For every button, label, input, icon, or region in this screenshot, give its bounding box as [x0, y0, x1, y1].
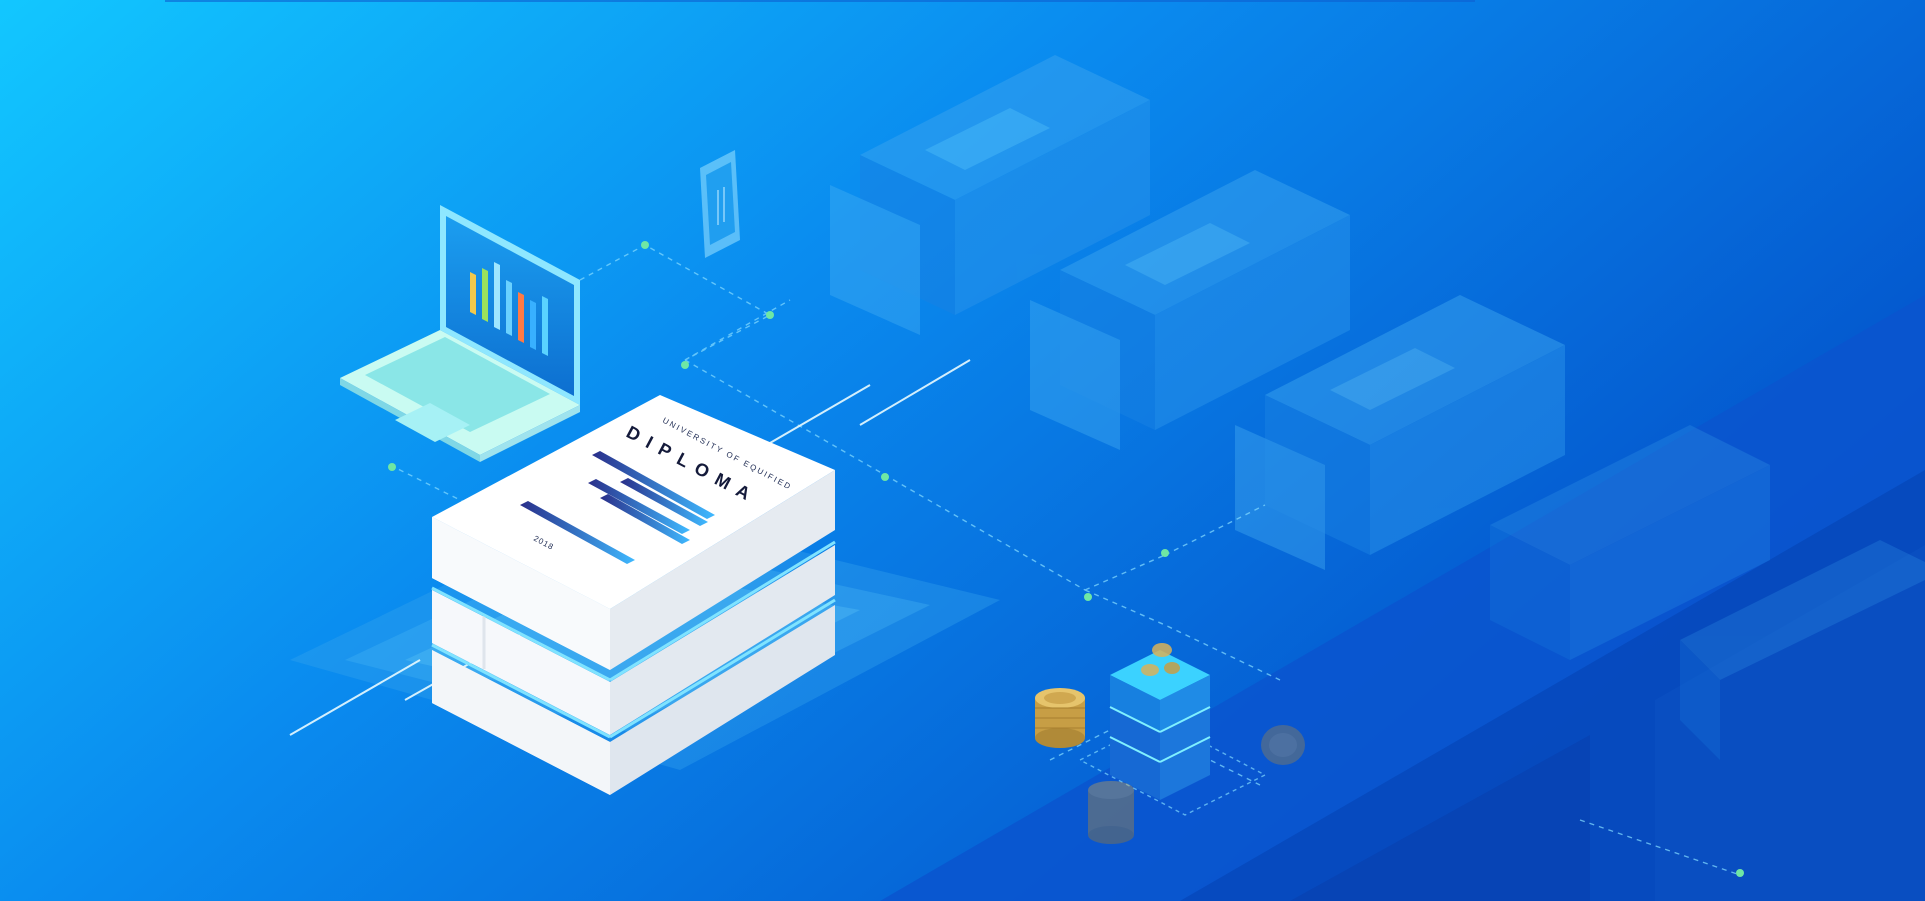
server-block-icon	[1109, 650, 1211, 800]
bitcoin-coin-icon	[1035, 688, 1085, 748]
hero-banner: UNIVERSITY OF EQUIFIED DIPLOMA 2018	[0, 0, 1925, 901]
bitcoin-coin-icon	[1261, 725, 1305, 765]
top-edge-line	[165, 0, 1475, 2]
hero-illustration: UNIVERSITY OF EQUIFIED DIPLOMA 2018	[0, 0, 1925, 901]
phone-icon	[700, 150, 740, 258]
bitcoin-coin-icon	[1088, 781, 1134, 844]
